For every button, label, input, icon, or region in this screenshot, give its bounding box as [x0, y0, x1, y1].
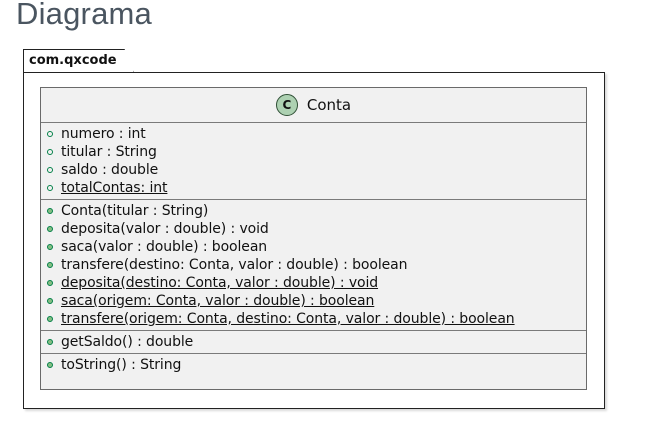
class-box-conta[interactable]: C Conta numero : int titular : String sa…	[40, 87, 587, 390]
getters-section: getSaldo() : double	[41, 331, 586, 354]
methods-section: Conta(titular : String) deposita(valor :…	[41, 200, 586, 331]
method-text: toString() : String	[61, 357, 182, 373]
class-header: C Conta	[41, 88, 586, 123]
public-field-icon	[47, 149, 53, 155]
public-field-icon	[47, 185, 53, 191]
static-method-item: deposita(destino: Conta, valor : double)…	[47, 274, 586, 292]
class-name: Conta	[306, 96, 352, 114]
public-method-icon	[47, 362, 53, 368]
public-method-icon	[47, 298, 53, 304]
method-item: Conta(titular : String)	[47, 202, 586, 220]
field-text: saldo : double	[61, 162, 159, 178]
public-field-icon	[47, 167, 53, 173]
method-text: Conta(titular : String)	[61, 203, 209, 219]
method-text: getSaldo() : double	[61, 334, 194, 350]
public-method-icon	[47, 316, 53, 322]
method-text: saca(origem: Conta, valor : double) : bo…	[61, 293, 375, 309]
method-text: transfere(origem: Conta, destino: Conta,…	[61, 311, 515, 327]
static-method-item: saca(origem: Conta, valor : double) : bo…	[47, 292, 586, 310]
other-methods-section: toString() : String	[41, 354, 586, 376]
method-text: transfere(destino: Conta, valor : double…	[61, 257, 408, 273]
public-method-icon	[47, 208, 53, 214]
public-method-icon	[47, 244, 53, 250]
static-field-item: totalContas: int	[47, 179, 586, 197]
method-item: toString() : String	[47, 356, 586, 374]
method-item: transfere(destino: Conta, valor : double…	[47, 256, 586, 274]
field-text: titular : String	[61, 144, 157, 160]
field-item: saldo : double	[47, 161, 586, 179]
fields-section: numero : int titular : String saldo : do…	[41, 123, 586, 200]
method-item: saca(valor : double) : boolean	[47, 238, 586, 256]
field-item: titular : String	[47, 143, 586, 161]
public-field-icon	[47, 131, 53, 137]
static-method-item: transfere(origem: Conta, destino: Conta,…	[47, 310, 586, 328]
method-text: deposita(valor : double) : void	[61, 221, 269, 237]
method-item: getSaldo() : double	[47, 333, 586, 351]
method-text: deposita(destino: Conta, valor : double)…	[61, 275, 379, 291]
public-method-icon	[47, 280, 53, 286]
public-method-icon	[47, 262, 53, 268]
field-text: totalContas: int	[61, 180, 168, 196]
class-stereotype-icon: C	[275, 94, 298, 116]
package-tab: com.qxcode	[23, 49, 134, 72]
public-method-icon	[47, 339, 53, 345]
field-text: numero : int	[61, 126, 146, 142]
method-item: deposita(valor : double) : void	[47, 220, 586, 238]
method-text: saca(valor : double) : boolean	[61, 239, 268, 255]
field-item: numero : int	[47, 125, 586, 143]
public-method-icon	[47, 226, 53, 232]
page-title: Diagrama	[16, 0, 152, 31]
